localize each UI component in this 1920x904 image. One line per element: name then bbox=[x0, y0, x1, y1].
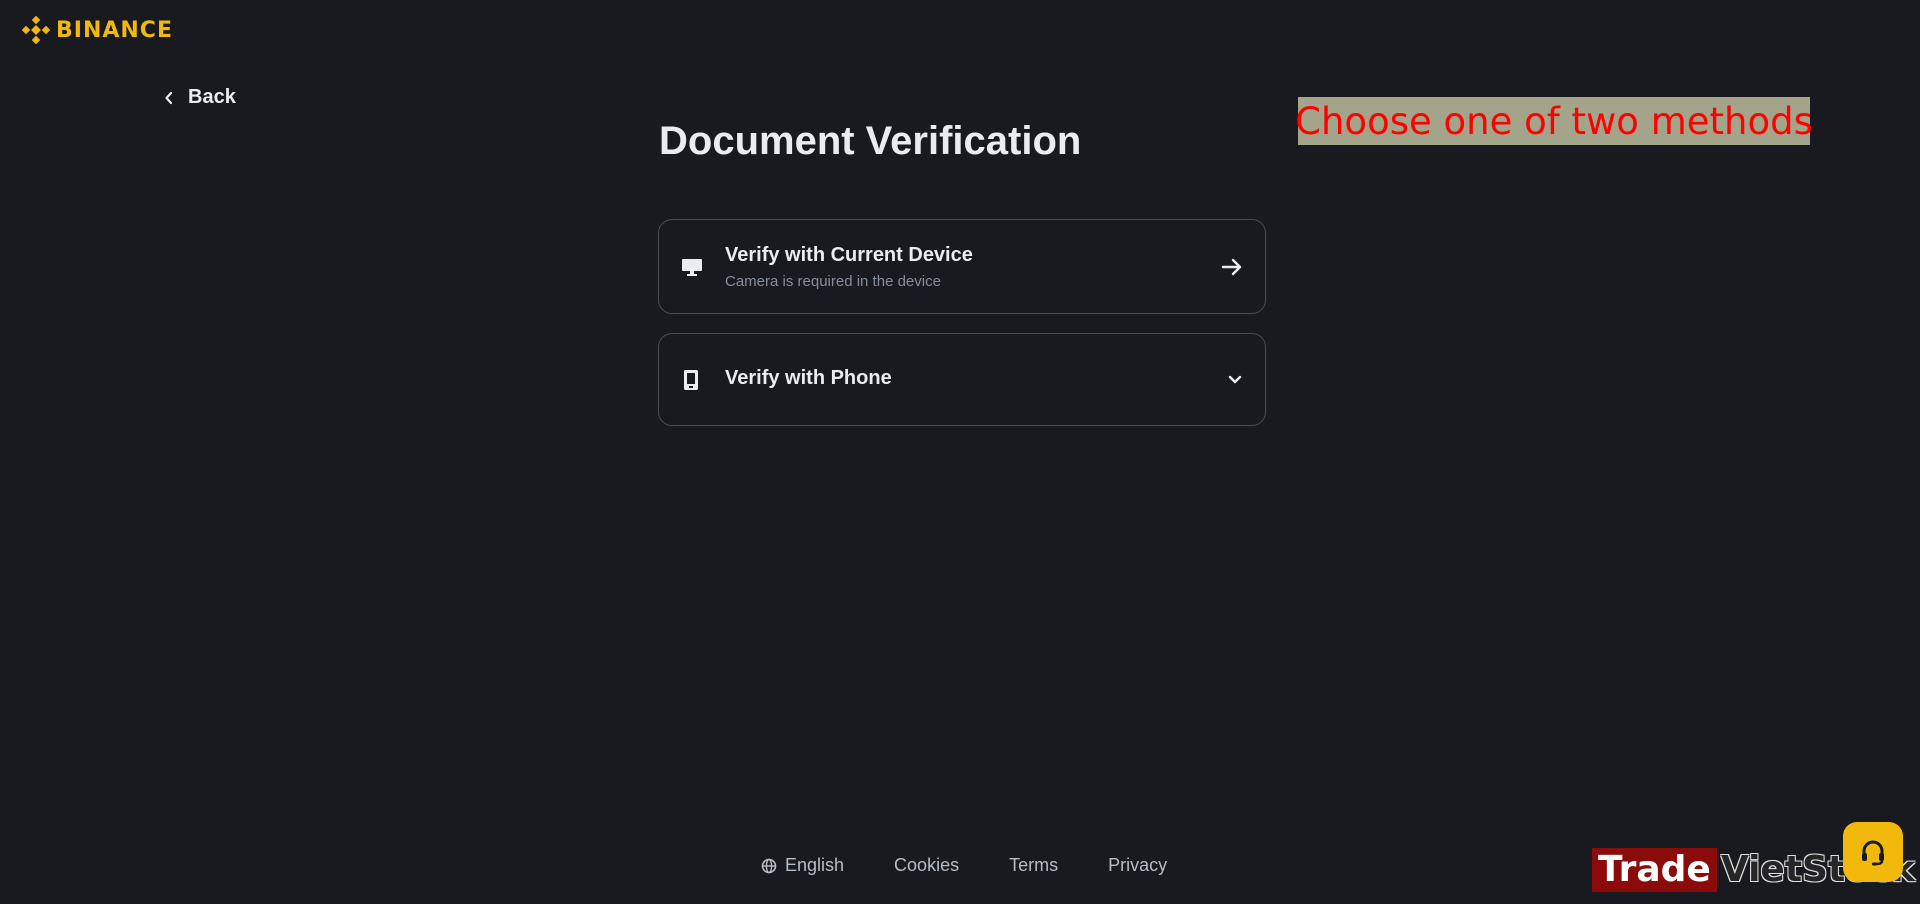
language-label: English bbox=[785, 855, 845, 875]
footer: English Cookies Terms Privacy bbox=[761, 855, 1167, 876]
annotation-overlay: Choose one of two methods bbox=[1295, 97, 1813, 145]
back-label: Back bbox=[188, 86, 236, 108]
watermark-trade: Trade bbox=[1592, 848, 1717, 892]
page: BINANCE Back Choose one of two methods D… bbox=[0, 0, 1920, 904]
verify-current-device-option[interactable]: Verify with Current Device Camera is req… bbox=[658, 219, 1266, 314]
page-title: Document Verification bbox=[659, 119, 1082, 163]
monitor-icon bbox=[681, 257, 703, 277]
binance-logo-icon bbox=[22, 16, 50, 44]
privacy-link[interactable]: Privacy bbox=[1108, 855, 1167, 876]
option-title: Verify with Current Device bbox=[725, 244, 973, 266]
annotation-text: Choose one of two methods bbox=[1295, 99, 1813, 143]
option-title: Verify with Phone bbox=[725, 367, 892, 389]
brand-name: BINANCE bbox=[56, 17, 173, 43]
chevron-down-icon bbox=[1227, 374, 1243, 386]
binance-logo[interactable]: BINANCE bbox=[22, 16, 173, 44]
phone-icon bbox=[681, 369, 701, 391]
chevron-left-icon bbox=[165, 91, 173, 104]
option-subtitle: Camera is required in the device bbox=[725, 273, 941, 290]
arrow-right-icon bbox=[1221, 257, 1243, 277]
terms-link[interactable]: Terms bbox=[1009, 855, 1058, 876]
headset-icon bbox=[1862, 840, 1884, 866]
back-button[interactable]: Back bbox=[164, 86, 236, 109]
support-chat-button[interactable] bbox=[1843, 822, 1903, 882]
verify-phone-option[interactable]: Verify with Phone bbox=[658, 333, 1266, 426]
globe-icon bbox=[761, 858, 777, 873]
cookies-link[interactable]: Cookies bbox=[894, 855, 959, 876]
language-selector[interactable]: English bbox=[761, 855, 844, 876]
